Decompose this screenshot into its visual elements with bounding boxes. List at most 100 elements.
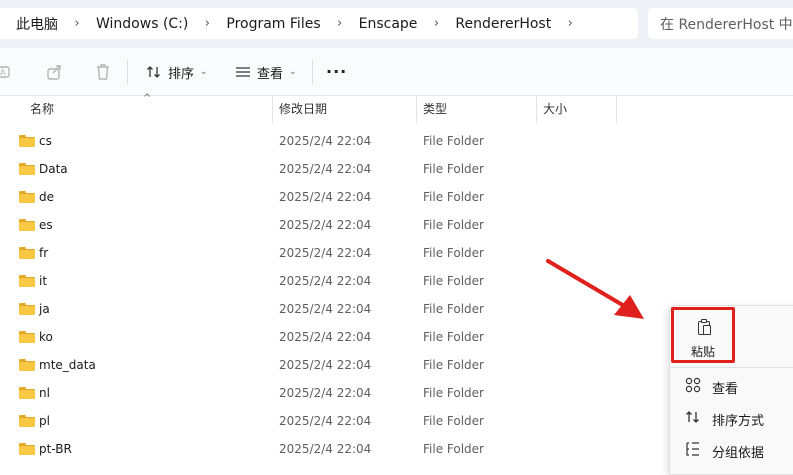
file-date: 2025/2/4 22:04 xyxy=(279,414,372,428)
table-row[interactable]: de 2025/2/4 22:04 File Folder xyxy=(0,184,793,212)
file-name: mte_data xyxy=(39,358,96,372)
file-date: 2025/2/4 22:04 xyxy=(279,190,372,204)
file-name: ko xyxy=(39,330,53,344)
file-name: pl xyxy=(39,414,50,428)
file-date: 2025/2/4 22:04 xyxy=(279,246,372,260)
folder-icon xyxy=(19,331,35,343)
menu-divider xyxy=(669,367,793,368)
search-input[interactable]: 在 RendererHost 中搜 xyxy=(648,8,793,39)
folder-icon xyxy=(19,275,35,287)
file-date: 2025/2/4 22:04 xyxy=(279,386,372,400)
clipboard-paste-icon xyxy=(698,319,712,336)
folder-icon xyxy=(19,303,35,315)
file-type: File Folder xyxy=(423,134,484,148)
folder-icon xyxy=(19,219,35,231)
menu-item-view[interactable]: 查看 xyxy=(669,373,793,401)
folder-icon xyxy=(19,135,35,147)
chevron-right-icon[interactable]: › xyxy=(58,16,96,31)
folder-icon xyxy=(19,191,35,203)
file-name: cs xyxy=(39,134,52,148)
menu-item-group-by[interactable]: 分组依据 xyxy=(669,437,793,465)
view-list-icon xyxy=(236,67,250,77)
paste-button[interactable]: 粘贴 xyxy=(671,307,735,363)
view-button[interactable]: 查看 ⌄ xyxy=(235,60,297,84)
folder-icon xyxy=(19,415,35,427)
menu-item-label: 排序方式 xyxy=(712,413,765,429)
file-date: 2025/2/4 22:04 xyxy=(279,358,372,372)
menu-item-sort-by[interactable]: 排序方式 xyxy=(669,405,793,433)
sort-label: 排序 xyxy=(168,66,195,82)
table-row[interactable]: cs 2025/2/4 22:04 File Folder xyxy=(0,128,793,156)
table-row[interactable]: fr 2025/2/4 22:04 File Folder xyxy=(0,240,793,268)
table-row[interactable]: it 2025/2/4 22:04 File Folder xyxy=(0,268,793,296)
breadcrumb-this-pc[interactable]: 此电脑 xyxy=(16,14,58,34)
grid-icon xyxy=(684,377,702,397)
breadcrumb-enscape[interactable]: Enscape xyxy=(359,16,418,32)
breadcrumb-rendererhost[interactable]: RendererHost xyxy=(455,16,551,32)
file-type: File Folder xyxy=(423,218,484,232)
file-date: 2025/2/4 22:04 xyxy=(279,134,372,148)
chevron-down-icon: ⌄ xyxy=(200,67,208,77)
view-label: 查看 xyxy=(257,66,284,82)
column-headers: 名称 修改日期 类型 大小 xyxy=(0,96,793,123)
chevron-right-icon[interactable]: › xyxy=(321,16,359,31)
file-date: 2025/2/4 22:04 xyxy=(279,218,372,232)
command-bar: A 排序 ⌄ 查看 ⌄ ··· xyxy=(0,48,793,96)
address-bar-row: 此电脑 › Windows (C:) › Program Files › Ens… xyxy=(0,0,793,48)
sort-button[interactable]: 排序 ⌄ xyxy=(146,60,208,84)
file-date: 2025/2/4 22:04 xyxy=(279,442,372,456)
file-type: File Folder xyxy=(423,190,484,204)
sort-icon xyxy=(684,409,702,429)
table-row[interactable]: Data 2025/2/4 22:04 File Folder xyxy=(0,156,793,184)
file-date: 2025/2/4 22:04 xyxy=(279,330,372,344)
file-date: 2025/2/4 22:04 xyxy=(279,162,372,176)
menu-item-label: 分组依据 xyxy=(712,445,765,461)
svg-text:A: A xyxy=(0,68,6,77)
file-type: File Folder xyxy=(423,442,484,456)
file-date: 2025/2/4 22:04 xyxy=(279,274,372,288)
paste-label: 粘贴 xyxy=(690,345,715,359)
share-icon[interactable] xyxy=(45,62,65,82)
file-name: de xyxy=(39,190,54,204)
file-name: it xyxy=(39,274,48,288)
file-type: File Folder xyxy=(423,386,484,400)
breadcrumb[interactable]: 此电脑 › Windows (C:) › Program Files › Ens… xyxy=(0,8,638,39)
group-icon xyxy=(684,441,702,461)
file-type: File Folder xyxy=(423,330,484,344)
column-divider[interactable] xyxy=(616,96,617,123)
file-name: fr xyxy=(39,246,49,260)
file-name: ja xyxy=(39,302,50,316)
file-name: Data xyxy=(39,162,68,176)
file-type: File Folder xyxy=(423,246,484,260)
file-name: pt-BR xyxy=(39,442,72,456)
file-type: File Folder xyxy=(423,162,484,176)
column-header-name[interactable]: 名称 xyxy=(24,96,272,123)
column-header-date[interactable]: 修改日期 xyxy=(273,96,416,123)
file-date: 2025/2/4 22:04 xyxy=(279,302,372,316)
toolbar-divider xyxy=(127,60,128,84)
file-name: nl xyxy=(39,386,50,400)
rename-icon[interactable]: A xyxy=(0,62,14,82)
annotation-arrow xyxy=(546,259,644,319)
chevron-down-icon: ⌄ xyxy=(289,67,297,77)
file-type: File Folder xyxy=(423,358,484,372)
file-type: File Folder xyxy=(423,302,484,316)
breadcrumb-program-files[interactable]: Program Files xyxy=(226,16,320,32)
sort-icon xyxy=(147,66,160,78)
more-options-button[interactable]: ··· xyxy=(326,62,347,81)
column-header-size[interactable]: 大小 xyxy=(537,96,616,123)
file-name: es xyxy=(39,218,53,232)
folder-icon xyxy=(19,443,35,455)
column-header-type[interactable]: 类型 xyxy=(417,96,536,123)
delete-icon[interactable] xyxy=(93,62,113,82)
folder-icon xyxy=(19,163,35,175)
breadcrumb-drive-c[interactable]: Windows (C:) xyxy=(96,16,188,32)
toolbar-divider xyxy=(312,60,313,84)
file-type: File Folder xyxy=(423,274,484,288)
table-row[interactable]: es 2025/2/4 22:04 File Folder xyxy=(0,212,793,240)
chevron-right-icon[interactable]: › xyxy=(188,16,226,31)
chevron-right-icon[interactable]: › xyxy=(551,16,589,31)
folder-icon xyxy=(19,359,35,371)
menu-item-label: 查看 xyxy=(712,381,739,397)
chevron-right-icon[interactable]: › xyxy=(417,16,455,31)
